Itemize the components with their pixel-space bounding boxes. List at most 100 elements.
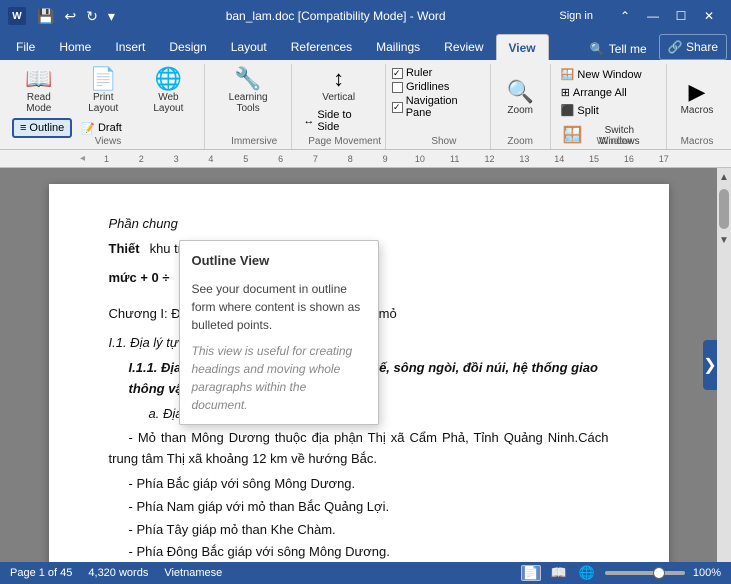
- new-window-icon: 🪟: [561, 68, 575, 81]
- tab-review[interactable]: Review: [432, 34, 495, 60]
- vertical-label: Vertical: [322, 92, 355, 103]
- tooltip-desc: See your document in outline form where …: [192, 280, 366, 334]
- macros-group-label: Macros: [667, 136, 727, 147]
- zoom-slider[interactable]: [605, 571, 685, 575]
- customize-qa-button[interactable]: ▾: [105, 6, 118, 27]
- zoom-level: 100%: [693, 567, 721, 579]
- print-layout-button[interactable]: 📄 Print Layout: [72, 66, 135, 116]
- ruler-checkbox[interactable]: Ruler: [392, 66, 484, 80]
- tab-layout[interactable]: Layout: [219, 34, 279, 60]
- title-bar: W 💾 ↩ ↻ ▾ ban_lam.doc [Compatibility Mod…: [0, 0, 731, 32]
- tab-home[interactable]: Home: [47, 34, 103, 60]
- quick-access-toolbar: 💾 ↩ ↻ ▾: [34, 6, 118, 27]
- outline-icon: ≡: [20, 122, 26, 134]
- vertical-button[interactable]: ↕ Vertical: [298, 66, 379, 105]
- maximize-button[interactable]: ☐: [667, 5, 695, 27]
- learning-tools-label: Learning Tools: [217, 92, 279, 114]
- learning-tools-button[interactable]: 🔧 Learning Tools: [211, 66, 285, 116]
- learning-tools-icon: 🔧: [234, 68, 261, 90]
- split-button[interactable]: ⬛ Split: [557, 102, 660, 119]
- immersive-group-label: Immersive: [211, 136, 297, 147]
- web-view-btn[interactable]: 🌐: [577, 565, 597, 581]
- split-icon: ⬛: [561, 104, 575, 117]
- ribbon-group-window: 🪟 New Window ⊞ Arrange All ⬛ Split 🪟 Swi…: [551, 64, 667, 149]
- read-mode-button[interactable]: 📖 Read Mode: [8, 66, 70, 116]
- ruler-cb-icon: [392, 68, 403, 79]
- doc-line2-left: Thiết: [109, 239, 140, 260]
- save-button[interactable]: 💾: [34, 6, 57, 27]
- page-movement-label: Page Movement: [298, 136, 391, 147]
- tab-design[interactable]: Design: [157, 34, 218, 60]
- sidebar-toggle-button[interactable]: ❯: [703, 340, 717, 390]
- read-mode-view-btn[interactable]: 📖: [549, 565, 569, 581]
- ribbon: 📖 Read Mode 📄 Print Layout 🌐 Web Layout …: [0, 60, 731, 150]
- print-layout-label: Print Layout: [78, 92, 129, 114]
- show-label: Show: [392, 136, 496, 147]
- gridlines-checkbox[interactable]: Gridlines: [392, 80, 484, 94]
- views-group-label: Views: [8, 136, 208, 147]
- navigation-cb-icon: [392, 102, 403, 113]
- page-count: Page 1 of 45: [10, 567, 72, 579]
- side-to-side-icon: ↔: [303, 115, 314, 127]
- web-layout-button[interactable]: 🌐 Web Layout: [137, 66, 200, 116]
- scroll-down-arrow[interactable]: ▼: [717, 233, 731, 248]
- ribbon-group-macros: ▶ Macros Macros: [667, 64, 727, 149]
- tab-file[interactable]: File: [4, 34, 47, 60]
- outline-button[interactable]: ≡ Outline: [12, 118, 72, 138]
- redo-button[interactable]: ↻: [83, 6, 101, 27]
- tab-references[interactable]: References: [279, 34, 364, 60]
- read-mode-label: Read Mode: [14, 92, 64, 114]
- tooltip-desc2: This view is useful for creating heading…: [192, 342, 366, 414]
- signin-button[interactable]: Sign in: [553, 8, 599, 24]
- title-bar-left: W 💾 ↩ ↻ ▾: [8, 6, 118, 27]
- ribbon-group-page-movement: ↕ Vertical ↔ Side to Side Page Movement: [292, 64, 386, 149]
- undo-button[interactable]: ↩: [61, 6, 79, 27]
- tell-me-button[interactable]: 🔍 Tell me: [582, 38, 655, 60]
- doc-para6: - Phía Bắc giáp với sông Mông Dương.: [129, 474, 609, 495]
- zoom-thumb[interactable]: [653, 567, 665, 579]
- side-to-side-button[interactable]: ↔ Side to Side: [298, 107, 379, 135]
- status-bar: Page 1 of 45 4,320 words Vietnamese 📄 📖 …: [0, 562, 731, 584]
- draft-button[interactable]: 📝 Draft: [76, 120, 127, 137]
- language: Vietnamese: [164, 567, 222, 579]
- zoom-icon: 🔍: [506, 81, 533, 103]
- print-layout-view-btn[interactable]: 📄: [521, 565, 541, 581]
- macros-button[interactable]: ▶ Macros: [675, 79, 720, 118]
- tab-view[interactable]: View: [496, 34, 549, 60]
- vertical-icon: ↕: [333, 68, 344, 90]
- share-button[interactable]: 🔗 Share: [659, 34, 727, 60]
- scroll-thumb[interactable]: [719, 189, 729, 229]
- draft-icon: 📝: [81, 122, 95, 135]
- window-controls: ⌃ — ☐ ✕: [611, 5, 723, 27]
- word-icon: W: [8, 7, 26, 25]
- search-icon: 🔍: [590, 42, 605, 56]
- web-layout-label: Web Layout: [143, 92, 194, 114]
- web-layout-icon: 🌐: [155, 68, 182, 90]
- close-button[interactable]: ✕: [695, 5, 723, 27]
- gridlines-cb-icon: [392, 82, 403, 93]
- ruler-content: ◂ 1 2 3 4 5 6 7 8 9 10 11 12 13 14 15 16…: [50, 153, 681, 164]
- zoom-group-label: Zoom: [491, 136, 550, 147]
- doc-para9: - Phía Đông Bắc giáp với sông Mông Dương…: [129, 542, 609, 562]
- tooltip-title: Outline View: [192, 251, 366, 272]
- word-count: 4,320 words: [88, 567, 148, 579]
- ribbon-group-zoom: 🔍 Zoom Zoom: [491, 64, 551, 149]
- scroll-up-arrow[interactable]: ▲: [717, 170, 731, 185]
- draft-label: Draft: [98, 122, 122, 134]
- split-label: Split: [577, 105, 598, 117]
- minimize-button[interactable]: —: [639, 5, 667, 27]
- new-window-button[interactable]: 🪟 New Window: [557, 66, 660, 83]
- tab-mailings[interactable]: Mailings: [364, 34, 432, 60]
- title-bar-right: Sign in ⌃ — ☐ ✕: [553, 5, 723, 27]
- tab-insert[interactable]: Insert: [103, 34, 157, 60]
- arrange-all-label: Arrange All: [573, 87, 627, 99]
- doc-para8: - Phía Tây giáp mỏ than Khe Chàm.: [129, 520, 609, 541]
- arrange-all-button[interactable]: ⊞ Arrange All: [557, 84, 660, 101]
- outline-label: Outline: [29, 122, 64, 134]
- window-group-label: Window: [557, 136, 672, 147]
- doc-line3-left: mức + 0 ÷: [109, 268, 170, 289]
- zoom-button[interactable]: 🔍 Zoom: [500, 79, 540, 118]
- navigation-checkbox[interactable]: Navigation Pane: [392, 94, 484, 120]
- vertical-scrollbar[interactable]: ▲ ▼: [717, 168, 731, 562]
- ribbon-toggle-button[interactable]: ⌃: [611, 5, 639, 27]
